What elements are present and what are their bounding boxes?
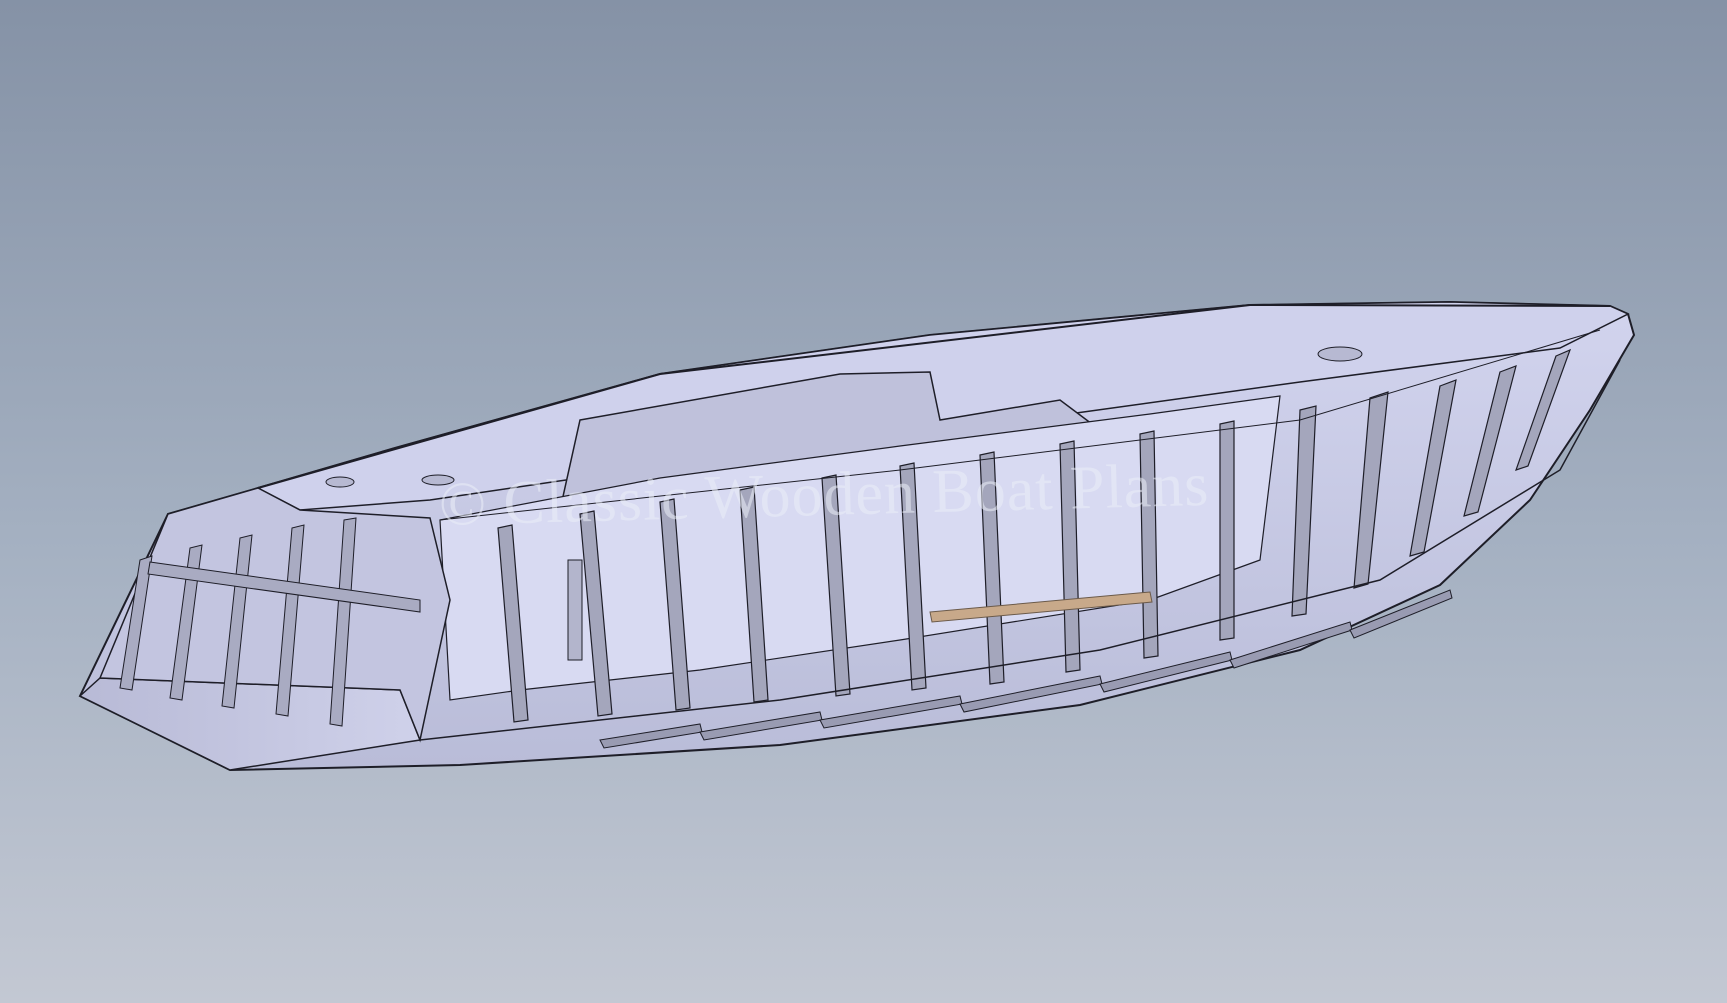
- engine-post: [567, 559, 583, 661]
- cad-viewport[interactable]: © Classic Wooden Boat Plans: [0, 0, 1727, 1003]
- boat-hull-model: [78, 300, 1636, 772]
- bow-hatch-fitting: [1317, 346, 1363, 362]
- deck-hatch-fitting: [421, 474, 455, 486]
- deck-cleat-fitting: [325, 476, 355, 488]
